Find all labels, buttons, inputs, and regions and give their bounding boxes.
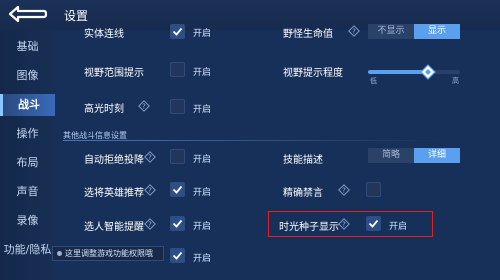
checkmark-icon [172,185,183,194]
bottom-row-option: 开启 [193,254,212,264]
vision-range-option: 开启 [193,68,212,78]
sidebar: 基础 图像 战斗 操作 布局 声音 录像 功能/隐私 [0,30,55,280]
bottom-row-checkbox[interactable] [170,248,185,263]
slider-knob[interactable] [419,64,436,80]
svg-text:?: ? [142,102,146,110]
svg-text:?: ? [342,186,346,194]
setting-label-entity-line: 实体连线 [84,29,124,40]
checkmark-icon [172,27,183,36]
auto-reject-checkbox[interactable] [170,149,185,164]
setting-label-highlight: 高光时刻 [84,104,124,115]
time-seed-checkbox[interactable] [366,216,381,231]
tooltip-dot-icon [57,251,62,256]
privacy-tooltip: 这里调整游戏功能权限哦 [52,246,164,261]
highlight-checkbox[interactable] [170,99,185,114]
svg-text:?: ? [342,220,346,228]
sidebar-item-basic[interactable]: 基础 [0,36,55,58]
hero-recommend-option: 开启 [193,188,212,198]
page-title: 设置 [64,9,89,23]
vision-range-checkbox[interactable] [170,62,185,77]
slider-low-label: 低 [370,77,377,85]
diamond-knob-icon [419,64,436,80]
help-icon[interactable]: ? [338,218,350,230]
checkmark-icon [172,219,183,228]
sidebar-item-controls[interactable]: 操作 [0,123,55,145]
help-icon[interactable]: ? [144,151,156,163]
back-button[interactable] [6,3,50,25]
vision-level-slider[interactable] [368,64,460,80]
setting-label-precise-ban: 精确禁言 [283,188,323,199]
setting-label-auto-reject: 自动拒绝投降 [84,155,144,166]
help-icon[interactable]: ? [348,25,360,37]
help-icon[interactable]: ? [144,184,156,196]
hero-recommend-checkbox[interactable] [170,182,185,197]
entity-line-option: 开启 [193,29,212,39]
svg-text:?: ? [148,186,152,194]
sidebar-item-layout[interactable]: 布局 [0,152,55,174]
help-icon[interactable]: ? [138,100,150,112]
smart-remind-option: 开启 [193,222,212,232]
setting-label-hero-recommend: 选将英雄推荐 [84,188,144,199]
section-divider [63,140,445,141]
precise-ban-checkbox[interactable] [366,182,381,197]
entity-line-checkbox[interactable] [170,24,185,39]
setting-label-vision-range: 视野范围提示 [84,68,144,79]
setting-label-time-seed: 时光种子显示 [279,222,339,233]
svg-text:?: ? [148,153,152,161]
sidebar-item-sound[interactable]: 声音 [0,181,55,203]
setting-label-monster-hp: 野怪生命值 [283,29,333,40]
monster-hp-option-show[interactable]: 显示 [414,24,460,39]
sidebar-item-replay[interactable]: 录像 [0,210,55,232]
skill-desc-option-brief[interactable]: 简略 [368,148,414,163]
sidebar-item-battle[interactable]: 战斗 [0,94,55,116]
monster-hp-option-hide[interactable]: 不显示 [368,24,414,39]
skill-desc-option-detail[interactable]: 详细 [414,148,460,163]
help-icon[interactable]: ? [338,184,350,196]
auto-reject-option: 开启 [193,155,212,165]
sidebar-item-graphics[interactable]: 图像 [0,65,55,87]
smart-remind-checkbox[interactable] [170,216,185,231]
sidebar-item-privacy[interactable]: 功能/隐私 [0,239,55,261]
time-seed-option: 开启 [389,222,408,232]
setting-label-vision-level: 视野提示程度 [283,68,343,79]
slider-high-label: 高 [452,77,459,85]
svg-text:?: ? [148,220,152,228]
checkmark-icon [368,219,379,228]
back-arrow-icon [8,5,48,23]
setting-label-smart-remind: 选人智能提醒 [84,222,144,233]
setting-label-skill-desc: 技能描述 [283,155,323,166]
highlight-option: 开启 [193,105,212,115]
tooltip-text: 这里调整游戏功能权限哦 [65,249,153,258]
svg-text:?: ? [352,27,356,35]
help-icon[interactable]: ? [144,218,156,230]
checkmark-icon [172,251,183,260]
